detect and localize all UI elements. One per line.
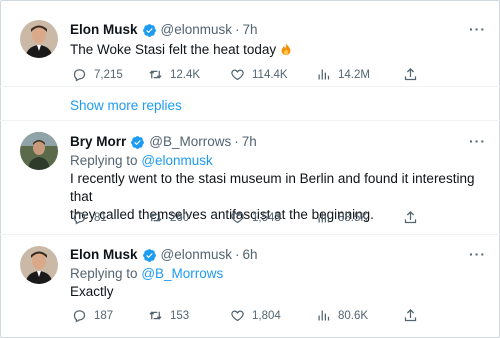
reply-icon [73,310,86,323]
replying-to-label: Replying to [70,153,138,168]
share-icon [404,210,417,224]
heart-icon [231,310,244,322]
reply-icon [73,212,86,225]
heart-icon [231,212,244,224]
views-button[interactable]: 14.2M [316,67,370,82]
tweet-actions: 81 260 1,543 88.5K [70,210,430,226]
views-chart-icon [318,212,330,223]
tweet-header: Elon Musk @elonmusk · 7h [70,21,486,39]
timestamp[interactable]: 6h [243,246,258,264]
tweet-text-line: I recently went to the stasi museum in B… [70,171,475,204]
retweet-count: 12.4K [170,68,201,81]
reply-count: 81 [94,211,107,224]
tweet-elon-1[interactable]: Elon Musk @elonmusk · 7h ··· The Woke St… [0,0,500,90]
heart-icon [231,69,244,81]
fire-emoji-icon [281,42,291,56]
tweet-text: The Woke Stasi felt the heat today [70,41,486,59]
author-handle[interactable]: @B_Morrows [149,133,231,151]
views-button[interactable]: 88.5K [316,210,368,225]
views-chart-icon [318,69,330,80]
reply-icon [73,69,86,82]
separator-dot: · [235,247,240,262]
retweet-icon [149,213,162,222]
tweet-actions: 187 153 1,804 80.6K [70,308,430,324]
like-count: 1,543 [252,211,281,224]
views-count: 14.2M [338,68,370,81]
avatar-b-morrows[interactable] [20,132,58,170]
replying-to: Replying to @elonmusk [70,152,486,170]
views-button[interactable]: 80.6K [316,308,368,323]
like-button[interactable]: 114.4K [230,67,288,82]
separator-dot: · [235,22,240,37]
verified-badge-icon [142,248,156,262]
retweet-button[interactable]: 260 [148,210,189,225]
retweet-icon [149,311,162,320]
author-name[interactable]: Elon Musk [70,21,138,39]
more-options-icon[interactable]: ··· [469,246,486,262]
tweet-header: Bry Morr @B_Morrows · 7h [70,133,486,151]
mention-link[interactable]: @elonmusk [141,153,212,168]
views-count: 80.6K [338,309,369,322]
tweet-elon-2[interactable]: Elon Musk @elonmusk · 6h ··· Replying to… [0,235,500,338]
show-more-replies-link[interactable]: Show more replies [70,98,182,113]
author-handle[interactable]: @elonmusk [161,21,232,39]
verified-badge-icon [131,135,145,149]
avatar-elonmusk[interactable] [20,20,58,58]
timestamp[interactable]: 7h [242,133,257,151]
tweet-actions: 7,215 12.4K 114.4K 14.2M [70,67,430,83]
tweet-text-body: The Woke Stasi felt the heat today [70,42,277,57]
reply-count: 187 [94,309,114,322]
share-button[interactable] [403,210,425,225]
retweet-count: 260 [170,211,190,224]
like-button[interactable]: 1,543 [230,210,281,225]
replying-to: Replying to @B_Morrows [70,265,486,283]
reply-button[interactable]: 7,215 [72,67,123,82]
author-name[interactable]: Elon Musk [70,246,138,264]
separator-dot: · [234,134,239,149]
more-options-icon[interactable]: ··· [469,21,486,37]
author-name[interactable]: Bry Morr [70,133,126,151]
verified-badge-icon [142,23,156,37]
views-chart-icon [318,310,330,321]
share-button[interactable] [403,67,425,82]
retweet-button[interactable]: 12.4K [148,67,200,82]
mention-link[interactable]: @B_Morrows [141,266,223,281]
like-count: 114.4K [252,68,288,81]
views-count: 88.5K [338,211,369,224]
retweet-button[interactable]: 153 [148,308,189,323]
reply-count: 7,215 [94,68,123,81]
share-icon [404,67,417,81]
more-options-icon[interactable]: ··· [469,133,486,149]
reply-button[interactable]: 187 [72,308,113,323]
author-handle[interactable]: @elonmusk [161,246,232,264]
avatar-elonmusk[interactable] [20,246,58,284]
tweet-bry-morr[interactable]: Bry Morr @B_Morrows · 7h ··· Replying to… [0,121,500,234]
like-count: 1,804 [252,309,281,322]
retweet-count: 153 [170,309,190,322]
share-icon [404,308,417,322]
replying-to-label: Replying to [70,266,138,281]
tweet-text: Exactly [70,284,114,299]
divider [0,86,500,87]
retweet-icon [149,70,162,79]
reply-button[interactable]: 81 [72,210,107,225]
like-button[interactable]: 1,804 [230,308,281,323]
timestamp[interactable]: 7h [243,21,258,39]
tweet-header: Elon Musk @elonmusk · 6h [70,246,486,264]
share-button[interactable] [403,308,425,323]
